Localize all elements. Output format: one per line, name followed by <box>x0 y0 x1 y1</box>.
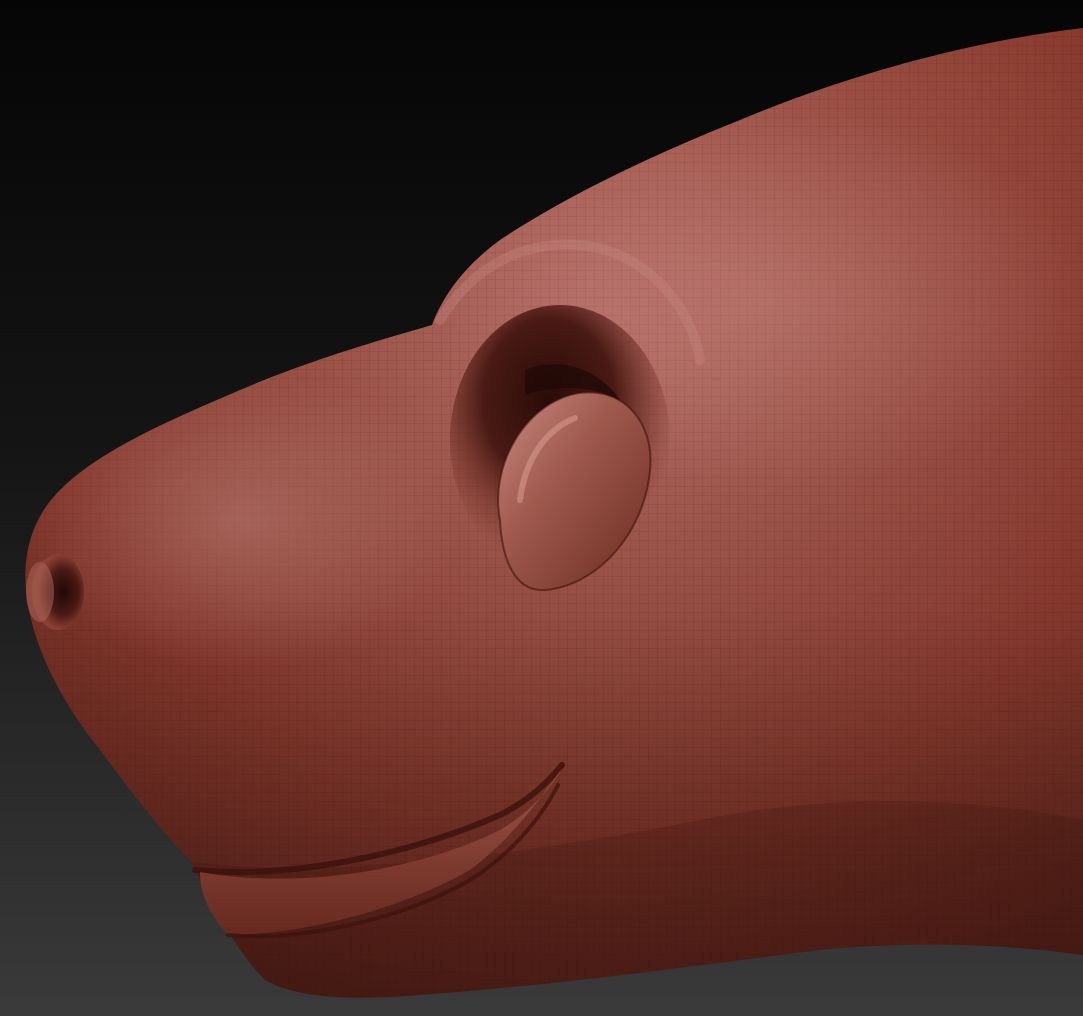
nostril <box>26 554 84 630</box>
sculpt-render <box>0 0 1083 1016</box>
sculpt-viewport[interactable] <box>0 0 1083 1016</box>
